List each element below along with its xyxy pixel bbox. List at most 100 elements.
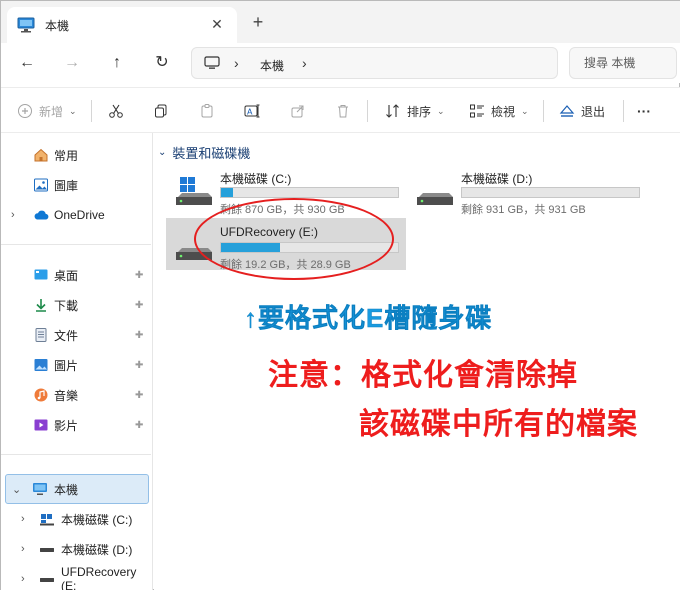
- drive-icon: [40, 578, 54, 582]
- file-explorer-window: 本機 ✕ + ← → ↑ ↻ › 本機 › 搜尋 本機 新增 ⌄ A 排序 ⌄ …: [0, 0, 680, 590]
- sort-label: 排序: [407, 104, 432, 119]
- sidebar-item-drive-e[interactable]: › UFDRecovery (E:: [1, 564, 151, 590]
- delete-button[interactable]: [335, 102, 351, 120]
- windows-drive-icon: [40, 514, 54, 526]
- sidebar-item-label: 本機磁碟 (D:): [61, 542, 133, 557]
- sidebar-item-documents[interactable]: 文件 ✚: [1, 320, 151, 350]
- desktop-icon: [34, 269, 48, 280]
- share-button[interactable]: [290, 102, 306, 120]
- document-icon: [35, 328, 47, 342]
- copy-icon: [155, 104, 167, 118]
- breadcrumb-separator[interactable]: ›: [302, 55, 307, 71]
- sidebar-item-onedrive[interactable]: › OneDrive: [1, 200, 151, 230]
- sidebar-item-label: 圖庫: [54, 178, 79, 193]
- sidebar-item-pictures[interactable]: 圖片 ✚: [1, 350, 151, 380]
- sidebar-item-label: 文件: [54, 328, 79, 343]
- pictures-icon: [34, 359, 48, 371]
- sidebar-item-music[interactable]: 音樂 ✚: [1, 380, 151, 410]
- sidebar-item-label: 音樂: [54, 388, 79, 403]
- pin-icon: ✚: [135, 389, 144, 401]
- pin-icon: ✚: [135, 329, 144, 341]
- divider: [623, 100, 624, 122]
- chevron-down-icon: ⌄: [521, 105, 529, 116]
- pin-icon: ✚: [135, 419, 144, 431]
- clipboard-icon: [201, 104, 213, 118]
- chevron-right-icon[interactable]: ›: [21, 543, 25, 555]
- divider: [1, 454, 151, 455]
- sidebar-item-label: 下載: [54, 298, 79, 313]
- music-icon: [34, 388, 48, 402]
- sidebar-item-drive-c[interactable]: › 本機磁碟 (C:): [1, 504, 151, 534]
- chevron-down-icon[interactable]: ⌄: [12, 483, 21, 496]
- eject-button[interactable]: 退出: [559, 102, 605, 120]
- pin-icon: ✚: [135, 299, 144, 311]
- up-icon[interactable]: ↑: [107, 53, 127, 73]
- eject-label: 退出: [581, 104, 606, 119]
- group-header[interactable]: ⌄ 裝置和磁碟機: [158, 143, 250, 162]
- eject-icon: [559, 105, 575, 117]
- more-options-icon[interactable]: ···: [637, 102, 651, 120]
- close-tab-icon[interactable]: ✕: [209, 16, 225, 32]
- highlight-ellipse: [194, 198, 394, 280]
- chevron-right-icon[interactable]: ›: [21, 573, 25, 585]
- new-tab-button[interactable]: +: [249, 13, 267, 31]
- drive-tile-d[interactable]: 本機磁碟 (D:) 剩餘 931 GB，共 931 GB: [407, 163, 647, 216]
- plus-circle-icon: [18, 104, 32, 118]
- navigation-pane: 常用 圖庫 › OneDrive 桌面 ✚ 下載 ✚ 文件 ✚ 圖片 ✚ 音樂 …: [1, 133, 153, 590]
- sort-icon: [386, 104, 399, 118]
- drive-name: 本機磁碟 (D:): [461, 172, 533, 186]
- back-icon[interactable]: ←: [17, 53, 37, 73]
- computer-icon: [33, 483, 47, 495]
- sidebar-item-home[interactable]: 常用: [1, 140, 151, 170]
- chevron-right-icon[interactable]: ›: [11, 209, 15, 221]
- sidebar-item-label: UFDRecovery (E:: [61, 565, 137, 590]
- chevron-down-icon: ⌄: [158, 147, 167, 158]
- chevron-down-icon: ⌄: [437, 105, 445, 116]
- share-icon: [291, 105, 304, 118]
- address-bar[interactable]: › 本機 ›: [191, 47, 558, 79]
- video-icon: [34, 419, 48, 431]
- breadcrumb-separator[interactable]: ›: [234, 55, 239, 71]
- refresh-icon[interactable]: ↻: [152, 53, 172, 73]
- tab-bar: 本機 ✕ +: [1, 1, 680, 43]
- sidebar-item-desktop[interactable]: 桌面 ✚: [1, 260, 151, 290]
- drive-icon: [40, 548, 54, 552]
- new-button[interactable]: 新增 ⌄: [17, 102, 77, 120]
- group-title: 裝置和磁碟機: [172, 146, 251, 161]
- rename-button[interactable]: A: [244, 102, 262, 120]
- pin-icon: ✚: [135, 359, 144, 371]
- sidebar-item-drive-d[interactable]: › 本機磁碟 (D:): [1, 534, 151, 564]
- capacity-bar-fill: [221, 188, 233, 197]
- rename-icon: A: [244, 104, 260, 118]
- sidebar-item-label: 本機: [54, 482, 79, 497]
- sidebar-item-label: 圖片: [54, 358, 79, 373]
- divider: [91, 100, 92, 122]
- annotation-warning-line2: 該磁碟中所有的檔案: [359, 408, 638, 441]
- sidebar-item-videos[interactable]: 影片 ✚: [1, 410, 151, 440]
- drive-icon: [417, 193, 453, 205]
- view-button[interactable]: 檢視 ⌄: [469, 102, 529, 120]
- scissors-icon: [109, 104, 123, 118]
- tab-this-pc[interactable]: 本機 ✕: [7, 7, 237, 43]
- sidebar-item-this-pc[interactable]: ⌄ 本機: [5, 474, 149, 504]
- divider: [367, 100, 368, 122]
- divider: [543, 100, 544, 122]
- copy-button[interactable]: [153, 102, 169, 120]
- trash-icon: [338, 105, 348, 118]
- paste-button[interactable]: [199, 102, 215, 120]
- capacity-bar: [220, 187, 399, 198]
- free-space-text: 剩餘 931 GB，共 931 GB: [461, 204, 586, 216]
- sidebar-item-downloads[interactable]: 下載 ✚: [1, 290, 151, 320]
- cut-button[interactable]: [108, 102, 124, 120]
- search-input[interactable]: 搜尋 本機: [569, 47, 677, 79]
- command-bar: 新增 ⌄ A 排序 ⌄ 檢視 ⌄ 退出 ···: [1, 87, 680, 133]
- chevron-right-icon[interactable]: ›: [21, 513, 25, 525]
- capacity-bar: [461, 187, 640, 198]
- sidebar-item-gallery[interactable]: 圖庫: [1, 170, 151, 200]
- breadcrumb-this-pc[interactable]: 本機: [260, 57, 284, 74]
- computer-icon: [17, 17, 35, 33]
- gallery-icon: [34, 178, 48, 192]
- svg-text:A: A: [247, 108, 253, 117]
- sort-button[interactable]: 排序 ⌄: [385, 102, 445, 120]
- forward-icon[interactable]: →: [62, 53, 82, 73]
